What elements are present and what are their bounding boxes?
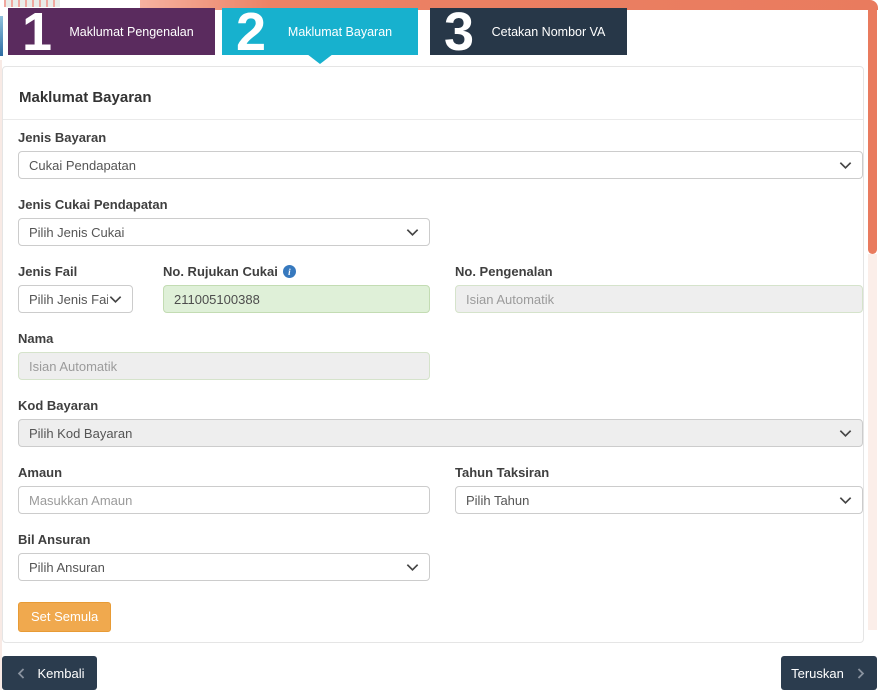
step-1-number: 1 bbox=[22, 1, 52, 62]
coral-right-strip bbox=[868, 9, 877, 254]
field-amaun: Amaun bbox=[18, 465, 430, 514]
field-kod-bayaran: Kod Bayaran Pilih Kod Bayaran bbox=[18, 398, 863, 447]
field-no-rujukan-cukai: No. Rujukan Cukai i bbox=[163, 264, 430, 313]
reset-button[interactable]: Set Semula bbox=[18, 602, 112, 632]
jenis-bayaran-select[interactable]: Cukai Pendapatan bbox=[18, 151, 863, 179]
info-icon[interactable]: i bbox=[282, 265, 296, 278]
field-no-pengenalan: No. Pengenalan bbox=[455, 264, 863, 313]
no-pengenalan-label: No. Pengenalan bbox=[455, 264, 553, 279]
tahun-taksiran-selected-value: Pilih Tahun bbox=[466, 492, 530, 508]
jenis-fail-label: Jenis Fail bbox=[18, 264, 78, 279]
no-pengenalan-input bbox=[455, 285, 863, 313]
field-tahun-taksiran: Tahun Taksiran Pilih Tahun bbox=[455, 465, 863, 514]
tahun-taksiran-select[interactable]: Pilih Tahun bbox=[455, 486, 863, 514]
chevron-right-icon bbox=[857, 667, 865, 679]
chevron-down-icon bbox=[109, 295, 122, 303]
kod-bayaran-label: Kod Bayaran bbox=[18, 398, 99, 413]
field-nama: Nama bbox=[18, 331, 859, 380]
jenis-bayaran-selected-value: Cukai Pendapatan bbox=[29, 157, 136, 173]
chevron-down-icon bbox=[406, 228, 419, 236]
bil-ansuran-selected-value: Pilih Ansuran bbox=[29, 559, 105, 575]
next-button-label: Teruskan bbox=[791, 665, 844, 681]
amaun-input[interactable] bbox=[18, 486, 430, 514]
step-2-label: Maklumat Bayaran bbox=[287, 24, 393, 39]
tahun-taksiran-label: Tahun Taksiran bbox=[455, 465, 550, 480]
chevron-down-icon bbox=[839, 161, 852, 169]
nama-input bbox=[18, 352, 430, 380]
jenis-cukai-pendapatan-label: Jenis Cukai Pendapatan bbox=[18, 197, 168, 212]
step-3-cetakan-nombor-va[interactable]: 3 Cetakan Nombor VA bbox=[430, 1, 627, 62]
step-1-label: Maklumat Pengenalan bbox=[69, 24, 194, 39]
bil-ansuran-select[interactable]: Pilih Ansuran bbox=[18, 553, 430, 581]
step-1-maklumat-pengenalan[interactable]: 1 Maklumat Pengenalan bbox=[8, 1, 215, 62]
active-step-pointer bbox=[307, 54, 333, 64]
back-button-label: Kembali bbox=[37, 665, 85, 681]
page: 1 Maklumat Pengenalan 2 Maklumat Bayaran… bbox=[0, 0, 882, 690]
no-rujukan-cukai-label: No. Rujukan Cukai bbox=[163, 264, 278, 279]
field-jenis-cukai-pendapatan: Jenis Cukai Pendapatan Pilih Jenis Cukai bbox=[18, 197, 859, 246]
chevron-down-icon bbox=[406, 563, 419, 571]
field-jenis-fail: Jenis Fail Pilih Jenis Fail bbox=[18, 264, 133, 313]
jenis-cukai-pendapatan-selected-value: Pilih Jenis Cukai bbox=[29, 224, 125, 240]
nama-label: Nama bbox=[18, 331, 54, 346]
chevron-left-icon bbox=[17, 667, 24, 679]
step-wizard: 1 Maklumat Pengenalan 2 Maklumat Bayaran… bbox=[8, 1, 648, 64]
step-2-maklumat-bayaran[interactable]: 2 Maklumat Bayaran bbox=[222, 1, 418, 64]
blue-left-fragment bbox=[0, 16, 3, 56]
step-3-label: Cetakan Nombor VA bbox=[491, 24, 606, 39]
payment-form-card: Maklumat Bayaran Jenis Bayaran Cukai Pen… bbox=[2, 66, 864, 643]
field-row-amaun-tahun: Amaun Tahun Taksiran Pilih Tahun bbox=[18, 465, 863, 514]
kod-bayaran-select: Pilih Kod Bayaran bbox=[18, 419, 863, 447]
jenis-fail-select[interactable]: Pilih Jenis Fail bbox=[18, 285, 133, 313]
field-jenis-bayaran: Jenis Bayaran Cukai Pendapatan bbox=[18, 130, 863, 179]
back-button[interactable]: Kembali bbox=[2, 656, 97, 690]
pink-right-strip bbox=[868, 254, 877, 630]
jenis-fail-selected-value: Pilih Jenis Fail bbox=[29, 291, 108, 307]
next-button[interactable]: Teruskan bbox=[781, 656, 877, 690]
chevron-down-icon bbox=[839, 496, 852, 504]
no-rujukan-cukai-input[interactable] bbox=[163, 285, 430, 313]
bil-ansuran-label: Bil Ansuran bbox=[18, 532, 91, 547]
field-row-fail-rujukan-pengenalan: Jenis Fail Pilih Jenis Fail No. Rujukan … bbox=[18, 264, 863, 313]
jenis-bayaran-label: Jenis Bayaran bbox=[18, 130, 107, 145]
amaun-label: Amaun bbox=[18, 465, 63, 480]
page-title: Maklumat Bayaran bbox=[19, 89, 152, 106]
kod-bayaran-selected-value: Pilih Kod Bayaran bbox=[29, 425, 133, 441]
jenis-cukai-pendapatan-select[interactable]: Pilih Jenis Cukai bbox=[18, 218, 430, 246]
title-divider bbox=[3, 119, 863, 120]
step-3-number: 3 bbox=[444, 1, 474, 62]
chevron-down-icon bbox=[839, 429, 852, 437]
field-bil-ansuran: Bil Ansuran Pilih Ansuran bbox=[18, 532, 859, 581]
step-2-number: 2 bbox=[236, 1, 266, 62]
